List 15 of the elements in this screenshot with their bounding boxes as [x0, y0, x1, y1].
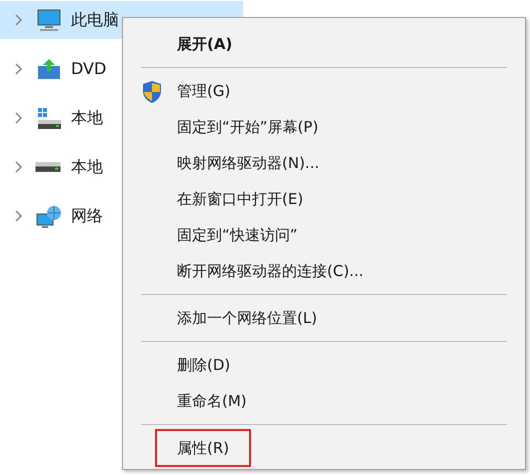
- menu-item[interactable]: 固定到“快速访问”: [123, 217, 525, 253]
- menu-item[interactable]: 管理(G): [123, 73, 525, 109]
- disc-drive-icon: [35, 56, 63, 82]
- menu-item[interactable]: 固定到“开始”屏幕(P): [123, 109, 525, 145]
- network-icon: [35, 203, 63, 229]
- menu-item[interactable]: 映射网络驱动器(N)...: [123, 145, 525, 181]
- menu-item[interactable]: 添加一个网络位置(L): [123, 300, 525, 336]
- hard-drive-icon: [35, 105, 63, 131]
- menu-item[interactable]: 属性(R): [123, 430, 525, 466]
- menu-item[interactable]: 断开网络驱动器的连接(C)...: [123, 253, 525, 289]
- menu-item[interactable]: 重命名(M): [123, 383, 525, 419]
- menu-item[interactable]: 在新窗口中打开(E): [123, 181, 525, 217]
- menu-item[interactable]: 删除(D): [123, 347, 525, 383]
- hard-drive-icon: [35, 161, 61, 173]
- monitor-icon: [35, 7, 63, 33]
